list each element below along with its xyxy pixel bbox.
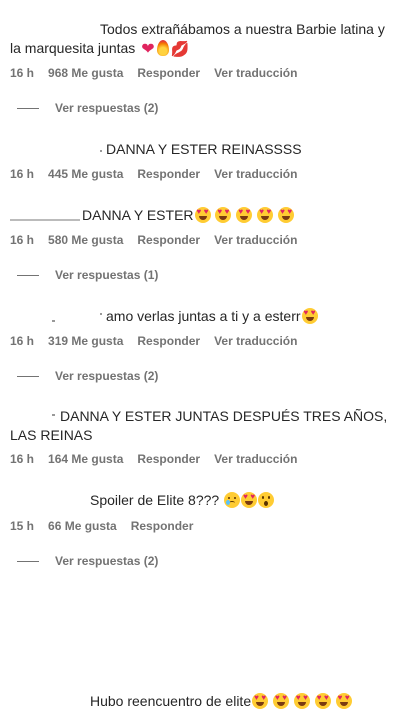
divider-line <box>17 107 39 109</box>
comment-text-continued: LAS REINAS <box>10 427 93 443</box>
divider-line <box>17 560 39 562</box>
reply-button[interactable]: Responder <box>131 519 194 533</box>
comment-text: Todos extrañábamos a nuestra Barbie lati… <box>100 21 385 37</box>
translate-button[interactable]: Ver traducción <box>214 233 297 247</box>
comment-text: Hubo reencuentro de elite <box>90 691 352 711</box>
username-fragment <box>100 150 102 152</box>
username-fragment <box>52 320 55 322</box>
heart-eyes-icon <box>301 308 318 324</box>
surprised-face-icon <box>258 492 275 508</box>
reply-button[interactable]: Responder <box>137 452 200 466</box>
comment-time: 15 h <box>10 519 35 533</box>
translate-button[interactable]: Ver traducción <box>214 334 297 348</box>
comment-text: DANNA Y ESTER REINASSSS <box>106 141 302 157</box>
heart-eyes-icon <box>194 207 211 223</box>
username-fragment <box>100 313 102 315</box>
sad-tear-face-icon <box>224 492 241 508</box>
comment-text: amo verlas juntas a ti y a esterr <box>106 306 318 326</box>
heart-eyes-icon <box>252 693 269 709</box>
comment-meta: 16 h 968 Me gusta Responder Ver traducci… <box>10 66 297 80</box>
heart-eyes-icon <box>236 207 253 223</box>
view-replies-button[interactable]: Ver respuestas (1) <box>17 268 158 282</box>
reply-button[interactable]: Responder <box>137 334 200 348</box>
comment-text: DANNA Y ESTER JUNTAS DESPUÉS TRES AÑOS, <box>60 408 388 424</box>
translate-button[interactable]: Ver traducción <box>214 452 297 466</box>
reply-button[interactable]: Responder <box>137 167 200 181</box>
view-replies-button[interactable]: Ver respuestas (2) <box>17 369 158 383</box>
comment-time: 16 h <box>10 167 35 181</box>
likes-count[interactable]: 968 Me gusta <box>48 66 123 80</box>
comment-meta: 15 h 66 Me gusta Responder <box>10 519 193 533</box>
likes-count[interactable]: 319 Me gusta <box>48 334 123 348</box>
divider-line <box>17 274 39 276</box>
comment-meta: 16 h 580 Me gusta Responder Ver traducci… <box>10 233 297 247</box>
comment-time: 16 h <box>10 233 35 247</box>
fire-icon <box>156 40 169 56</box>
comment-time: 16 h <box>10 66 35 80</box>
username-fragment <box>52 414 55 416</box>
red-heart-icon: ❤ <box>141 41 155 58</box>
divider-line <box>17 375 39 377</box>
comment-time: 16 h <box>10 334 35 348</box>
translate-button[interactable]: Ver traducción <box>214 66 297 80</box>
kiss-mark-icon: 💋 <box>170 41 190 58</box>
likes-count[interactable]: 164 Me gusta <box>48 452 123 466</box>
username-fragment <box>10 219 80 221</box>
comment-text: DANNA Y ESTER <box>82 205 295 225</box>
reply-button[interactable]: Responder <box>137 66 200 80</box>
heart-eyes-icon <box>241 492 258 508</box>
view-replies-button[interactable]: Ver respuestas (2) <box>17 554 158 568</box>
likes-count[interactable]: 445 Me gusta <box>48 167 123 181</box>
comment-text-continued: la marquesita juntas ❤ 💋 <box>10 40 190 58</box>
comment-meta: 16 h 164 Me gusta Responder Ver traducci… <box>10 452 297 466</box>
likes-count[interactable]: 66 Me gusta <box>48 519 117 533</box>
translate-button[interactable]: Ver traducción <box>214 167 297 181</box>
heart-eyes-icon <box>335 693 352 709</box>
heart-eyes-icon <box>293 693 310 709</box>
heart-eyes-icon <box>278 207 295 223</box>
heart-eyes-icon <box>314 693 331 709</box>
comment-time: 16 h <box>10 452 35 466</box>
comment-meta: 16 h 319 Me gusta Responder Ver traducci… <box>10 334 297 348</box>
reply-button[interactable]: Responder <box>137 233 200 247</box>
comment-text: Spoiler de Elite 8??? <box>90 490 275 510</box>
likes-count[interactable]: 580 Me gusta <box>48 233 123 247</box>
heart-eyes-icon <box>257 207 274 223</box>
heart-eyes-icon <box>215 207 232 223</box>
heart-eyes-icon <box>273 693 289 709</box>
view-replies-button[interactable]: Ver respuestas (2) <box>17 101 158 115</box>
comment-meta: 16 h 445 Me gusta Responder Ver traducci… <box>10 167 297 181</box>
